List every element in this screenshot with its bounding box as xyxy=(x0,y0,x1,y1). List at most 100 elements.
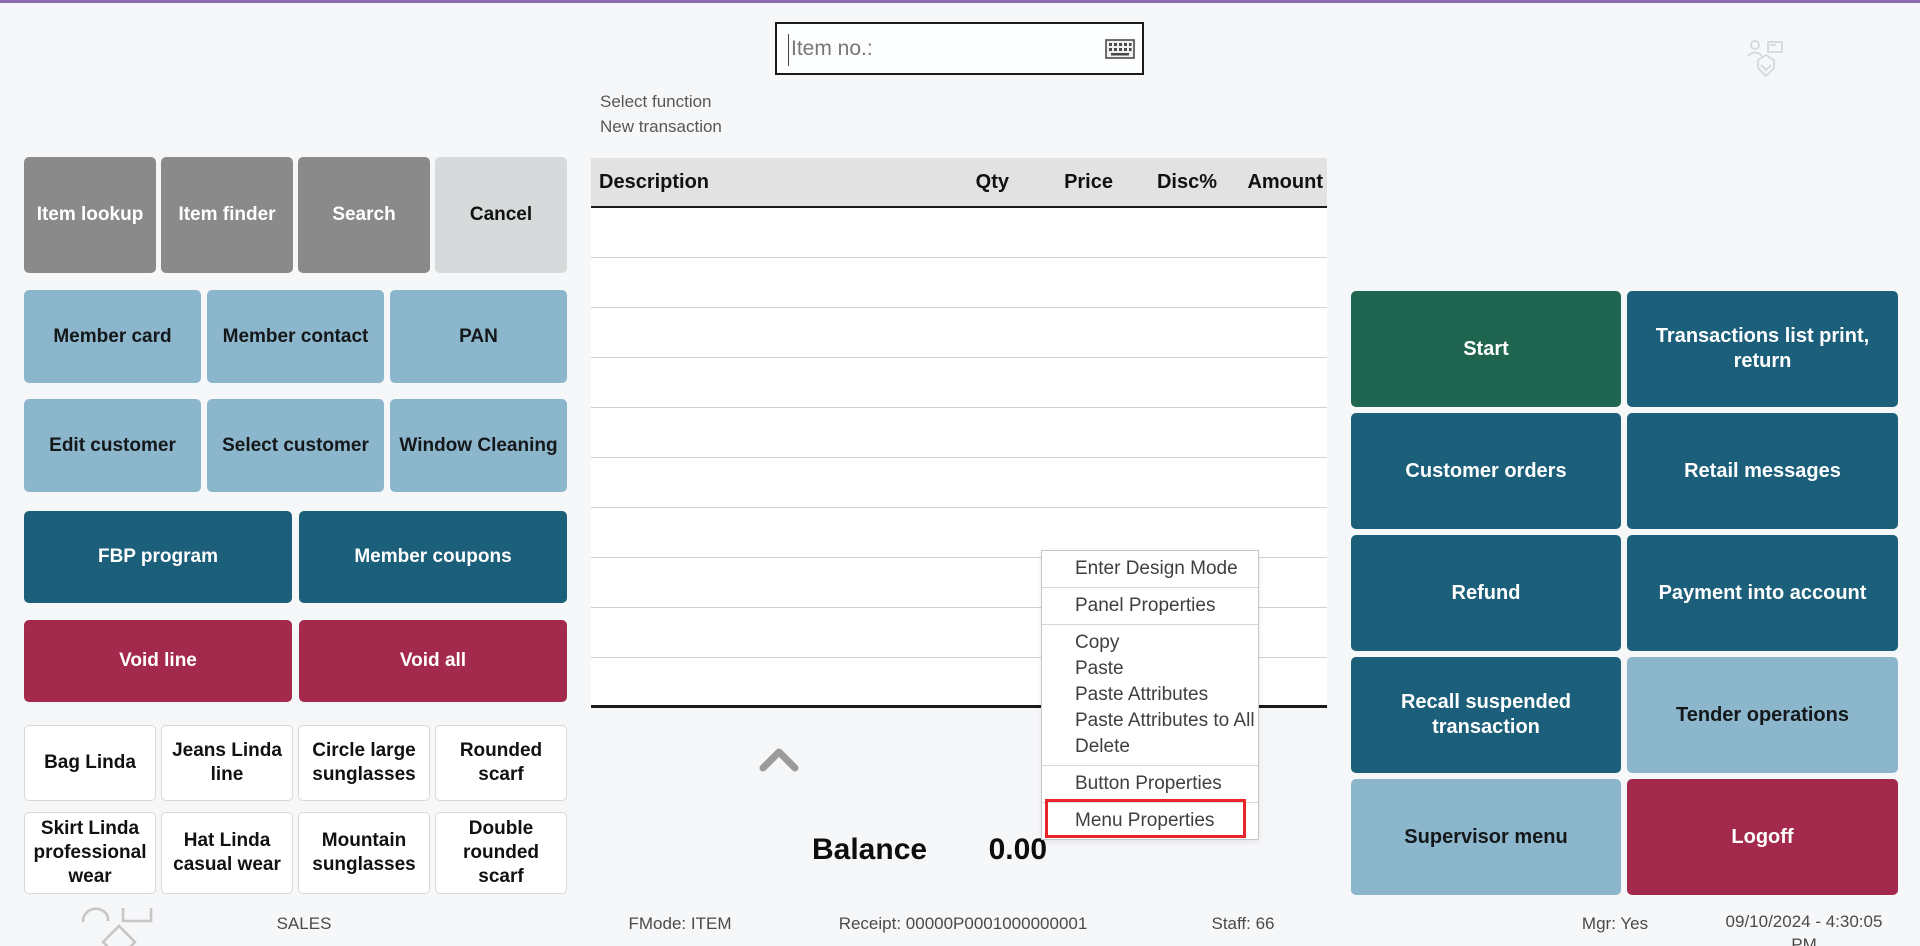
right-grid-row: Start Transactions list print, return xyxy=(1351,291,1898,407)
void-line-button[interactable]: Void line xyxy=(24,620,292,702)
select-customer-button[interactable]: Select customer xyxy=(207,399,384,492)
item-skirt-linda-button[interactable]: Skirt Linda professional wear xyxy=(24,812,156,894)
balance-amount: 0.00 xyxy=(957,833,1047,867)
item-mountain-sunglasses-button[interactable]: Mountain sunglasses xyxy=(298,812,430,894)
status-message-new-transaction: New transaction xyxy=(600,117,722,137)
recall-suspended-transaction-button[interactable]: Recall suspended transaction xyxy=(1351,657,1621,773)
context-menu-group: Menu Properties xyxy=(1042,802,1258,839)
menu-item-button-properties[interactable]: Button Properties xyxy=(1042,771,1258,797)
cancel-button[interactable]: Cancel xyxy=(435,157,567,273)
column-header-price: Price xyxy=(1009,171,1113,194)
pan-button[interactable]: PAN xyxy=(390,290,567,383)
fbp-program-button[interactable]: FBP program xyxy=(24,511,292,603)
void-all-button[interactable]: Void all xyxy=(299,620,567,702)
user-icon xyxy=(1748,41,1762,56)
context-menu-group: Button Properties xyxy=(1042,765,1258,802)
top-accent-bar xyxy=(0,0,1920,3)
menu-item-copy[interactable]: Copy xyxy=(1042,630,1258,656)
member-card-button[interactable]: Member card xyxy=(24,290,201,383)
customer-orders-button[interactable]: Customer orders xyxy=(1351,413,1621,529)
chevron-up-icon xyxy=(757,745,801,773)
right-grid-row: Customer orders Retail messages xyxy=(1351,413,1898,529)
arc-icon xyxy=(83,909,108,922)
left-grid-row: FBP program Member coupons xyxy=(24,511,567,603)
card-icon xyxy=(1768,42,1782,52)
table-row[interactable] xyxy=(591,408,1327,458)
right-grid-row: Recall suspended transaction Tender oper… xyxy=(1351,657,1898,773)
statusbar-manager: Mgr: Yes xyxy=(1582,914,1648,934)
item-bag-linda-button[interactable]: Bag Linda xyxy=(24,725,156,801)
design-context-menu: Enter Design Mode Panel Properties Copy … xyxy=(1041,550,1259,840)
scroll-up-button[interactable] xyxy=(756,744,802,776)
left-grid-row: Member card Member contact PAN xyxy=(24,290,567,383)
item-number-entry xyxy=(775,22,1144,75)
item-finder-button[interactable]: Item finder xyxy=(161,157,293,273)
item-circle-large-sunglasses-button[interactable]: Circle large sunglasses xyxy=(298,725,430,801)
balance-label: Balance xyxy=(812,833,927,867)
logoff-button[interactable]: Logoff xyxy=(1627,779,1898,895)
statusbar-datetime: 09/10/2024 - 4:30:05 PM xyxy=(1722,910,1886,946)
pos-screen: { "app": { "top_accent_color": "#8e6cb0"… xyxy=(0,0,1920,946)
receipt-table-header: Description Qty Price Disc% Amount xyxy=(591,158,1327,208)
design-mode-indicator-icons xyxy=(1744,34,1792,86)
table-row[interactable] xyxy=(591,308,1327,358)
table-row[interactable] xyxy=(591,258,1327,308)
left-button-grid: Item lookup Item finder Search Cancel Me… xyxy=(24,157,567,894)
column-header-qty: Qty xyxy=(891,171,1009,194)
payment-into-account-button[interactable]: Payment into account xyxy=(1627,535,1898,651)
left-grid-row: Void line Void all xyxy=(24,620,567,702)
menu-item-menu-properties[interactable]: Menu Properties xyxy=(1042,808,1258,834)
item-jeans-linda-line-button[interactable]: Jeans Linda line xyxy=(161,725,293,801)
keyboard-icon[interactable] xyxy=(1105,39,1135,59)
item-number-input[interactable] xyxy=(777,24,1105,73)
table-row[interactable] xyxy=(591,358,1327,408)
statusbar-fmode: FMode: ITEM xyxy=(629,914,732,934)
menu-item-paste[interactable]: Paste xyxy=(1042,656,1258,682)
statusbar-store: SALES xyxy=(277,914,332,934)
item-rounded-scarf-button[interactable]: Rounded scarf xyxy=(435,725,567,801)
member-coupons-button[interactable]: Member coupons xyxy=(299,511,567,603)
menu-item-paste-attributes-to-all[interactable]: Paste Attributes to All xyxy=(1042,708,1258,734)
context-menu-group: Enter Design Mode xyxy=(1042,551,1258,587)
transactions-list-print-return-button[interactable]: Transactions list print, return xyxy=(1627,291,1898,407)
diamond-icon xyxy=(103,926,135,946)
start-button[interactable]: Start xyxy=(1351,291,1621,407)
left-grid-row: Skirt Linda professional wear Hat Linda … xyxy=(24,812,567,894)
statusbar-date-time-line1: 09/10/2024 - 4:30:05 xyxy=(1722,910,1886,933)
menu-item-enter-design-mode[interactable]: Enter Design Mode xyxy=(1042,556,1258,582)
bottom-left-status-icons xyxy=(76,900,166,946)
right-button-grid: Start Transactions list print, return Cu… xyxy=(1351,291,1898,901)
text-caret xyxy=(788,34,789,66)
refund-button[interactable]: Refund xyxy=(1351,535,1621,651)
context-menu-group: Copy Paste Paste Attributes Paste Attrib… xyxy=(1042,624,1258,765)
left-grid-row: Item lookup Item finder Search Cancel xyxy=(24,157,567,273)
statusbar-receipt: Receipt: 00000P0001000000001 xyxy=(839,914,1088,934)
statusbar-staff: Staff: 66 xyxy=(1211,914,1274,934)
retail-messages-button[interactable]: Retail messages xyxy=(1627,413,1898,529)
open-square-icon xyxy=(123,908,151,921)
edit-customer-button[interactable]: Edit customer xyxy=(24,399,201,492)
column-header-description: Description xyxy=(599,171,891,194)
window-cleaning-button[interactable]: Window Cleaning xyxy=(390,399,567,492)
item-hat-linda-button[interactable]: Hat Linda casual wear xyxy=(161,812,293,894)
supervisor-menu-button[interactable]: Supervisor menu xyxy=(1351,779,1621,895)
right-grid-row: Supervisor menu Logoff xyxy=(1351,779,1898,895)
context-menu-group: Panel Properties xyxy=(1042,587,1258,624)
member-contact-button[interactable]: Member contact xyxy=(207,290,384,383)
left-grid-row: Bag Linda Jeans Linda line Circle large … xyxy=(24,725,567,801)
menu-item-paste-attributes[interactable]: Paste Attributes xyxy=(1042,682,1258,708)
right-grid-row: Refund Payment into account xyxy=(1351,535,1898,651)
statusbar-date-time-line2: PM xyxy=(1722,933,1886,946)
shield-chevron-icon xyxy=(1758,55,1774,76)
menu-item-panel-properties[interactable]: Panel Properties xyxy=(1042,593,1258,619)
column-header-amount: Amount xyxy=(1217,171,1323,194)
table-row[interactable] xyxy=(591,458,1327,508)
status-message-select-function: Select function xyxy=(600,92,712,112)
column-header-disc: Disc% xyxy=(1113,171,1217,194)
table-row[interactable] xyxy=(591,208,1327,258)
item-lookup-button[interactable]: Item lookup xyxy=(24,157,156,273)
search-button[interactable]: Search xyxy=(298,157,430,273)
tender-operations-button[interactable]: Tender operations xyxy=(1627,657,1898,773)
item-double-rounded-scarf-button[interactable]: Double rounded scarf xyxy=(435,812,567,894)
menu-item-delete[interactable]: Delete xyxy=(1042,734,1258,760)
